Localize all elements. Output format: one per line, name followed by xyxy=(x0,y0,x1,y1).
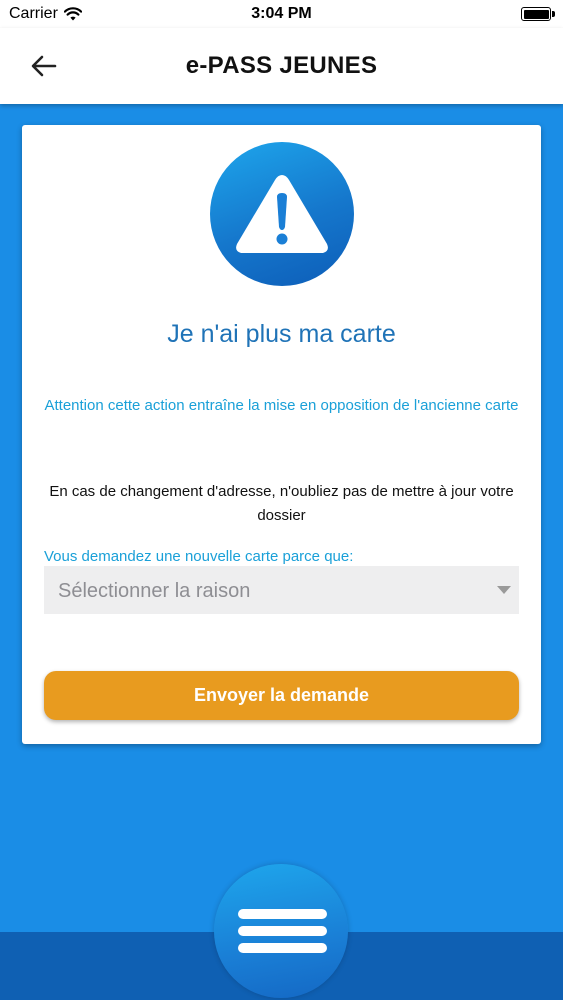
lost-card-form: Je n'ai plus ma carte Attention cette ac… xyxy=(22,125,541,744)
reason-select-value: Sélectionner la raison xyxy=(58,580,251,602)
status-bar: Carrier 3:04 PM xyxy=(0,0,563,28)
card-title: Je n'ai plus ma carte xyxy=(167,320,396,348)
opposition-warning: Attention cette action entraîne la mise … xyxy=(44,397,519,414)
battery-icon xyxy=(521,7,555,21)
warning-badge xyxy=(210,142,354,286)
chevron-down-icon xyxy=(497,586,511,594)
status-time: 3:04 PM xyxy=(251,5,312,22)
address-change-notice: En cas de changement d'adresse, n'oublie… xyxy=(49,483,514,524)
warning-icon xyxy=(236,175,328,253)
submit-request-button[interactable]: Envoyer la demande xyxy=(44,671,519,720)
reason-select-label: Vous demandez une nouvelle carte parce q… xyxy=(44,548,354,565)
reason-select[interactable]: Sélectionner la raison xyxy=(44,566,519,614)
page-title: e-PASS JEUNES xyxy=(185,52,378,79)
menu-button[interactable] xyxy=(214,864,348,998)
app-header: e-PASS JEUNES xyxy=(0,28,563,104)
